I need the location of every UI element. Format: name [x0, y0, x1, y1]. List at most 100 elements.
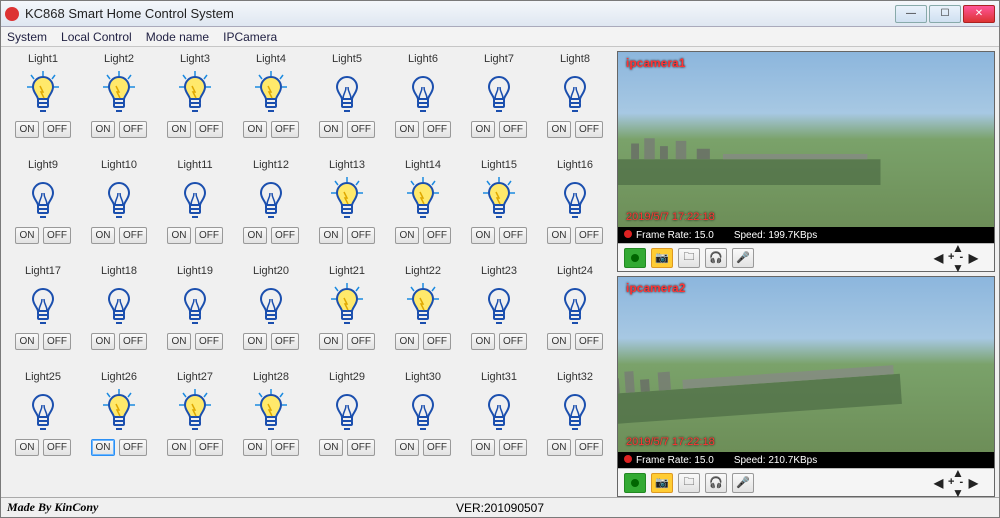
light-on-button[interactable]: ON: [15, 439, 39, 456]
light-label: Light24: [557, 265, 593, 279]
ptz-down-icon[interactable]: ▼: [952, 486, 964, 498]
light-on-button[interactable]: ON: [91, 227, 115, 244]
menu-system[interactable]: System: [7, 30, 47, 44]
menu-mode-name[interactable]: Mode name: [146, 30, 209, 44]
mic-button[interactable]: 🎤: [732, 248, 754, 268]
browse-button[interactable]: 🗀: [678, 248, 700, 268]
light-off-button[interactable]: OFF: [499, 439, 527, 456]
light-on-button[interactable]: ON: [167, 227, 191, 244]
light-off-button[interactable]: OFF: [423, 333, 451, 350]
light-off-button[interactable]: OFF: [271, 333, 299, 350]
ptz-right-icon[interactable]: ▶: [969, 476, 978, 490]
light-on-button[interactable]: ON: [395, 227, 419, 244]
light-cell: Light18ONOFF: [81, 263, 157, 369]
light-off-button[interactable]: OFF: [499, 333, 527, 350]
bulb-icon: [175, 281, 215, 329]
ptz-right-icon[interactable]: ▶: [969, 251, 978, 265]
ptz-left-icon[interactable]: ◀: [934, 251, 943, 265]
light-on-button[interactable]: ON: [319, 227, 343, 244]
audio-button[interactable]: 🎧: [705, 248, 727, 268]
light-on-button[interactable]: ON: [243, 121, 267, 138]
light-off-button[interactable]: OFF: [423, 121, 451, 138]
light-off-button[interactable]: OFF: [423, 439, 451, 456]
light-off-button[interactable]: OFF: [43, 439, 71, 456]
light-off-button[interactable]: OFF: [43, 227, 71, 244]
light-on-button[interactable]: ON: [471, 333, 495, 350]
light-on-button[interactable]: ON: [167, 439, 191, 456]
light-on-button[interactable]: ON: [395, 333, 419, 350]
ptz-left-icon[interactable]: ◀: [934, 476, 943, 490]
light-on-button[interactable]: ON: [471, 439, 495, 456]
light-off-button[interactable]: OFF: [195, 121, 223, 138]
light-on-button[interactable]: ON: [167, 121, 191, 138]
maximize-button[interactable]: ☐: [929, 5, 961, 23]
light-off-button[interactable]: OFF: [119, 439, 147, 456]
light-off-button[interactable]: OFF: [347, 333, 375, 350]
light-off-button[interactable]: OFF: [575, 333, 603, 350]
light-off-button[interactable]: OFF: [119, 121, 147, 138]
record-button[interactable]: [624, 248, 646, 268]
light-on-button[interactable]: ON: [91, 333, 115, 350]
record-button[interactable]: [624, 473, 646, 493]
light-cell: Light31ONOFF: [461, 369, 537, 475]
light-off-button[interactable]: OFF: [575, 227, 603, 244]
light-off-button[interactable]: OFF: [575, 439, 603, 456]
status-bar: Made By KinCony VER:201090507: [1, 497, 999, 517]
light-off-button[interactable]: OFF: [195, 439, 223, 456]
light-on-button[interactable]: ON: [15, 227, 39, 244]
light-off-button[interactable]: OFF: [195, 333, 223, 350]
light-off-button[interactable]: OFF: [423, 227, 451, 244]
light-on-button[interactable]: ON: [395, 121, 419, 138]
light-on-button[interactable]: ON: [319, 121, 343, 138]
light-on-button[interactable]: ON: [547, 227, 571, 244]
light-off-button[interactable]: OFF: [271, 121, 299, 138]
light-off-button[interactable]: OFF: [195, 227, 223, 244]
light-off-button[interactable]: OFF: [43, 333, 71, 350]
browse-button[interactable]: 🗀: [678, 473, 700, 493]
light-on-button[interactable]: ON: [91, 439, 115, 456]
light-on-button[interactable]: ON: [471, 121, 495, 138]
light-on-button[interactable]: ON: [243, 439, 267, 456]
light-label: Light19: [177, 265, 213, 279]
light-cell: Light4ONOFF: [233, 51, 309, 157]
snapshot-button[interactable]: 📷: [651, 473, 673, 493]
bulb-icon: [555, 281, 595, 329]
light-off-button[interactable]: OFF: [271, 439, 299, 456]
light-off-button[interactable]: OFF: [271, 227, 299, 244]
light-on-button[interactable]: ON: [91, 121, 115, 138]
light-on-button[interactable]: ON: [319, 439, 343, 456]
light-off-button[interactable]: OFF: [575, 121, 603, 138]
light-off-button[interactable]: OFF: [347, 227, 375, 244]
mic-button[interactable]: 🎤: [732, 473, 754, 493]
ptz-down-icon[interactable]: ▼: [952, 261, 964, 275]
light-label: Light15: [481, 159, 517, 173]
light-off-button[interactable]: OFF: [499, 121, 527, 138]
snapshot-button[interactable]: 📷: [651, 248, 673, 268]
minimize-button[interactable]: —: [895, 5, 927, 23]
light-off-button[interactable]: OFF: [347, 439, 375, 456]
audio-button[interactable]: 🎧: [705, 473, 727, 493]
menu-local-control[interactable]: Local Control: [61, 30, 132, 44]
light-off-button[interactable]: OFF: [119, 227, 147, 244]
light-off-button[interactable]: OFF: [499, 227, 527, 244]
light-on-button[interactable]: ON: [15, 121, 39, 138]
light-on-button[interactable]: ON: [547, 333, 571, 350]
light-on-button[interactable]: ON: [243, 227, 267, 244]
light-on-button[interactable]: ON: [167, 333, 191, 350]
camera-feed-1[interactable]: ipcamera1 2019/5/7 17:22:18: [618, 52, 994, 227]
menu-ipcamera[interactable]: IPCamera: [223, 30, 277, 44]
record-indicator-icon: [624, 455, 632, 463]
light-on-button[interactable]: ON: [319, 333, 343, 350]
menu-bar: System Local Control Mode name IPCamera: [1, 27, 999, 47]
light-off-button[interactable]: OFF: [43, 121, 71, 138]
light-on-button[interactable]: ON: [471, 227, 495, 244]
light-on-button[interactable]: ON: [15, 333, 39, 350]
light-on-button[interactable]: ON: [547, 121, 571, 138]
light-on-button[interactable]: ON: [243, 333, 267, 350]
light-off-button[interactable]: OFF: [119, 333, 147, 350]
light-on-button[interactable]: ON: [395, 439, 419, 456]
camera-feed-2[interactable]: ipcamera2 2019/5/7 17:22:18: [618, 277, 994, 452]
close-button[interactable]: ✕: [963, 5, 995, 23]
light-on-button[interactable]: ON: [547, 439, 571, 456]
light-off-button[interactable]: OFF: [347, 121, 375, 138]
